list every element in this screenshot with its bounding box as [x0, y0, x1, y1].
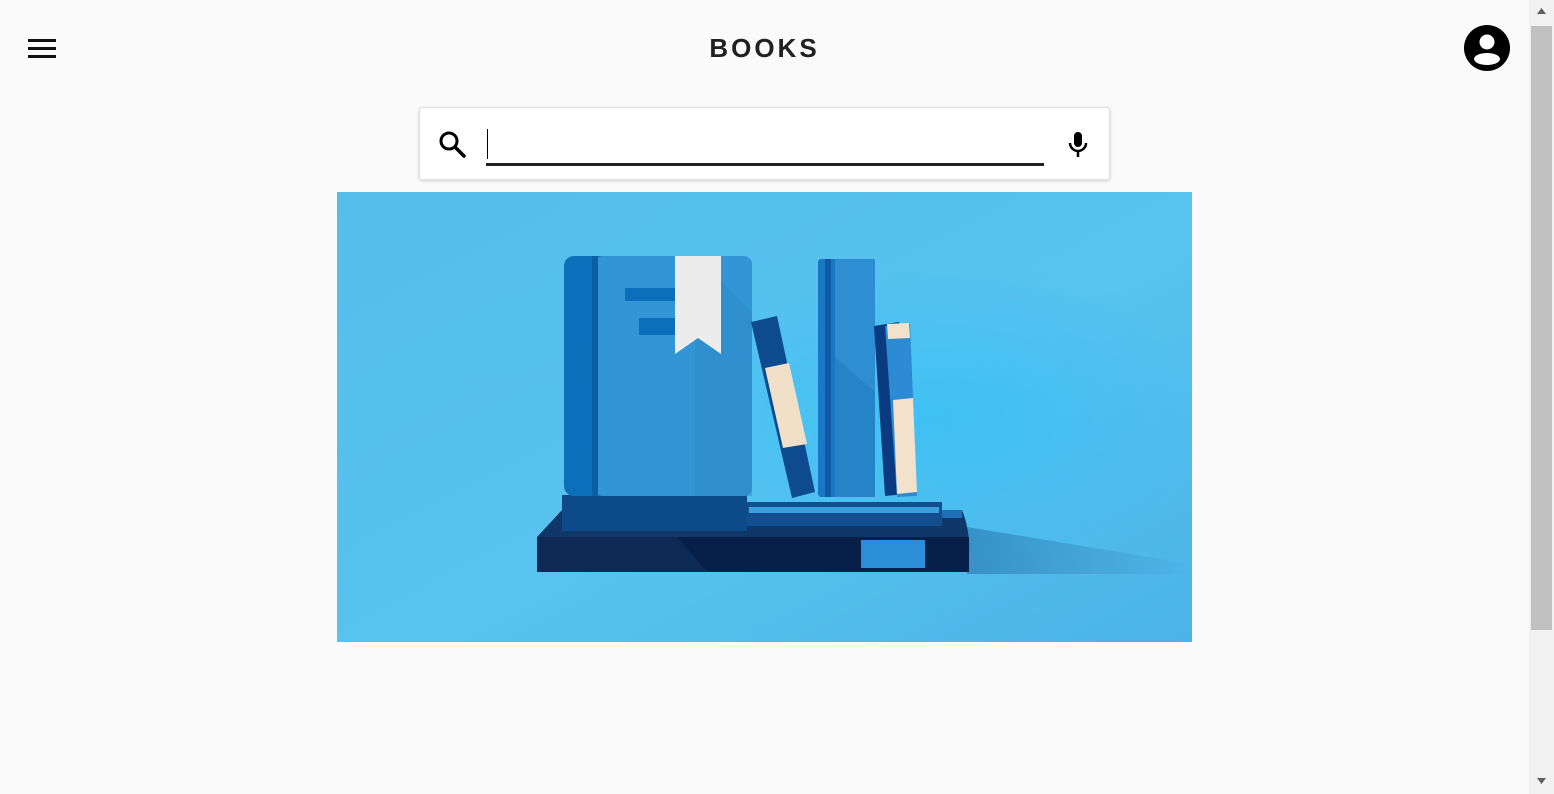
books-illustration: [337, 192, 1192, 642]
account-button[interactable]: [1462, 23, 1512, 73]
mic-icon[interactable]: [1062, 128, 1094, 160]
page: BOOKS: [0, 0, 1529, 794]
search-icon[interactable]: [436, 128, 468, 160]
scroll-down-arrow-icon[interactable]: [1529, 772, 1554, 794]
vertical-scrollbar[interactable]: [1529, 0, 1554, 794]
search-bar: [419, 107, 1110, 180]
page-title: BOOKS: [709, 33, 820, 63]
search-input[interactable]: [486, 126, 1044, 166]
scroll-up-arrow-icon[interactable]: [1529, 0, 1554, 22]
account-circle-icon: [1464, 25, 1510, 71]
books-banner: [337, 192, 1192, 642]
scrollbar-thumb[interactable]: [1531, 26, 1552, 630]
text-cursor: [487, 129, 488, 159]
